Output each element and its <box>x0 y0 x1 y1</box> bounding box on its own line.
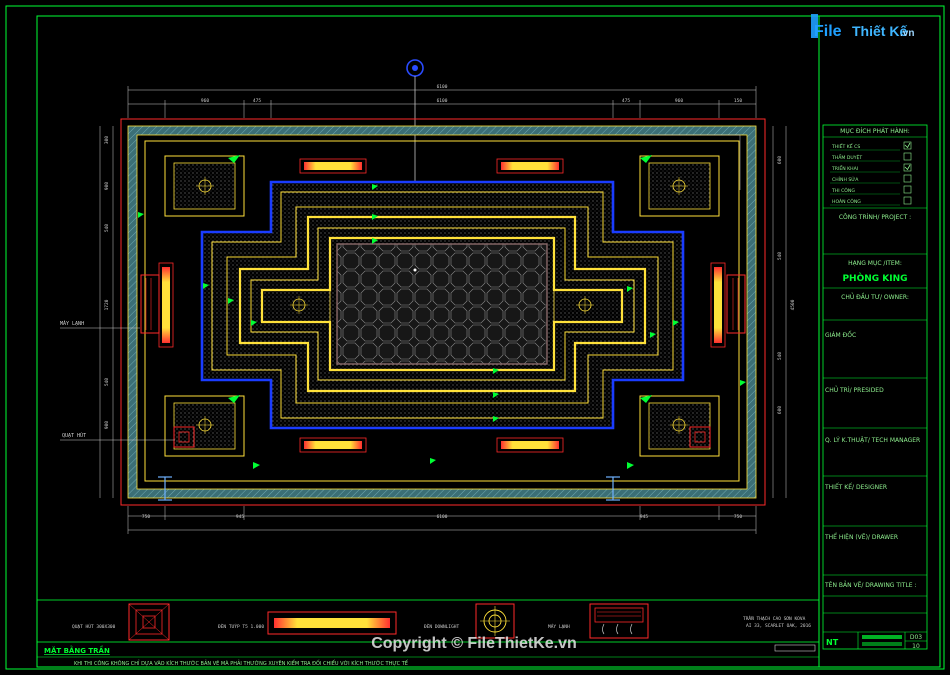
legend-fan-icon <box>128 603 170 641</box>
dim-left-3: 540 <box>104 224 110 232</box>
purpose-item-label: THẨM DUYỆT <box>831 153 862 161</box>
legend-ac-icon <box>589 603 649 639</box>
legend-tube-icon <box>267 611 397 635</box>
purpose-item-label: THI CÔNG <box>831 187 855 194</box>
check-mark-icon <box>904 164 911 171</box>
project-label: CÔNG TRÌNH/ PROJECT : <box>839 214 911 221</box>
dim-bottom-5: 750 <box>734 514 742 520</box>
centre-decorative-panel <box>336 243 548 365</box>
dim-top-3: 6100 <box>437 98 448 104</box>
label-exhaust-fan: QUẠT HÚT <box>62 432 86 439</box>
air-conditioner-right <box>726 274 746 334</box>
purpose-header: MỤC ĐÍCH PHÁT HÀNH: <box>840 128 910 135</box>
checkbox-icon <box>903 174 912 183</box>
tech-manager-label: Q. LÝ K.THUẬT/ TECH MANAGER <box>825 437 920 444</box>
legend-label-ac: MÁY LẠNH <box>548 623 570 630</box>
drawer-label: THỂ HIỆN (VẼ)/ DRAWER <box>824 533 898 541</box>
copyright-watermark: Copyright © FileThietKe.vn <box>371 635 577 652</box>
dim-right-3: 4500 <box>790 299 796 310</box>
ceiling-plan: MÁY LẠNH QUẠT HÚT <box>60 59 766 506</box>
site-logo: File Thiết Kế .vn <box>811 14 914 40</box>
corner-panel-br <box>639 395 720 457</box>
drawing-code: NT <box>826 638 839 647</box>
dim-bottom-1: 750 <box>142 514 150 520</box>
sheet-total: 10 <box>912 643 920 650</box>
dim-top-6: 150 <box>734 98 742 104</box>
material-line-2: AI 33, SCARLET OAK, 2016 <box>746 623 811 629</box>
logo-suffix: .vn <box>900 28 914 39</box>
dim-left-4: 1720 <box>104 299 110 310</box>
dim-top-5: 960 <box>675 98 683 104</box>
legend-label-tube: ĐÈN TUÝP T5 1.000 <box>218 622 264 630</box>
purpose-item-label: TRIỂN KHAI <box>831 164 858 172</box>
dim-left-1: 300 <box>104 136 110 144</box>
dim-right-1: 600 <box>777 156 783 164</box>
construction-note: KHI THI CÔNG KHÔNG CHỈ DỰA VÀO KÍCH THƯỚ… <box>74 659 409 667</box>
sheet-number: D03 <box>910 634 922 641</box>
dim-overall-top: 6100 <box>437 84 448 90</box>
drawing-title-label: TÊN BẢN VẼ/ DRAWING TITLE : <box>824 581 917 589</box>
purpose-item-label: CHỈNH SỬA <box>832 175 859 183</box>
dim-bottom-4: 945 <box>640 514 648 520</box>
title-block: MỤC ĐÍCH PHÁT HÀNH: THIẾT KẾ CS THẨM DUYỆ… <box>818 15 941 668</box>
owner-label: CHỦ ĐẦU TƯ/ OWNER: <box>841 293 909 301</box>
dim-left-2: 900 <box>104 182 110 190</box>
dim-right-4: 540 <box>777 352 783 360</box>
purpose-item-label: HOÀN CÔNG <box>832 198 861 205</box>
corner-panel-tl <box>164 155 245 217</box>
dim-right-5: 600 <box>777 406 783 414</box>
dim-left-5: 540 <box>104 378 110 386</box>
scale-bar-icon <box>774 644 816 652</box>
presided-label: CHỦ TRÌ/ PRESIDED <box>825 386 884 394</box>
dim-top-1: 960 <box>201 98 209 104</box>
director-label: GIÁM ĐỐC <box>825 331 856 339</box>
checkbox-icon <box>903 196 912 205</box>
dim-left-6: 900 <box>104 421 110 429</box>
legend-label-fan: QUẠT HÚT 300X300 <box>72 623 116 630</box>
legend-downlight-icon <box>475 603 515 639</box>
legend-label-downlight: ĐÈN DOWNLIGHT <box>424 622 460 630</box>
check-mark-icon <box>904 142 911 149</box>
plan-title: MẶT BẰNG TRẦN <box>44 645 110 655</box>
purpose-checklist: THIẾT KẾ CS THẨM DUYỆT TRIỂN KHAI CHỈNH SỬA… <box>830 141 912 206</box>
dim-bottom-3: 6100 <box>437 514 448 520</box>
checkbox-icon <box>903 152 912 161</box>
company-stamp-icon-2 <box>862 642 902 646</box>
item-value: PHÒNG KING <box>842 272 907 284</box>
item-label: HẠNG MỤC /ITEM: <box>848 260 902 267</box>
dim-bottom-2: 945 <box>236 514 244 520</box>
cad-drawing-sheet: MỤC ĐÍCH PHÁT HÀNH: THIẾT KẾ CS THẨM DUYỆ… <box>5 5 945 670</box>
label-air-conditioner: MÁY LẠNH <box>60 320 84 327</box>
corner-panel-tr <box>639 155 720 217</box>
purpose-item-label: THIẾT KẾ CS <box>831 142 860 150</box>
company-stamp-icon <box>862 635 902 639</box>
designer-label: THIẾT KẾ/ DESIGNER <box>824 483 887 491</box>
dim-top-4: 475 <box>622 98 630 104</box>
material-line-1: TRẦN THẠCH CAO SƠN KOVA <box>743 615 806 622</box>
dim-right-2: 540 <box>777 252 783 260</box>
air-conditioner-left <box>140 274 160 334</box>
checkbox-icon <box>903 185 912 194</box>
corner-panel-bl <box>164 395 245 457</box>
dim-top-2: 475 <box>253 98 261 104</box>
logo-brand: File <box>814 23 842 40</box>
